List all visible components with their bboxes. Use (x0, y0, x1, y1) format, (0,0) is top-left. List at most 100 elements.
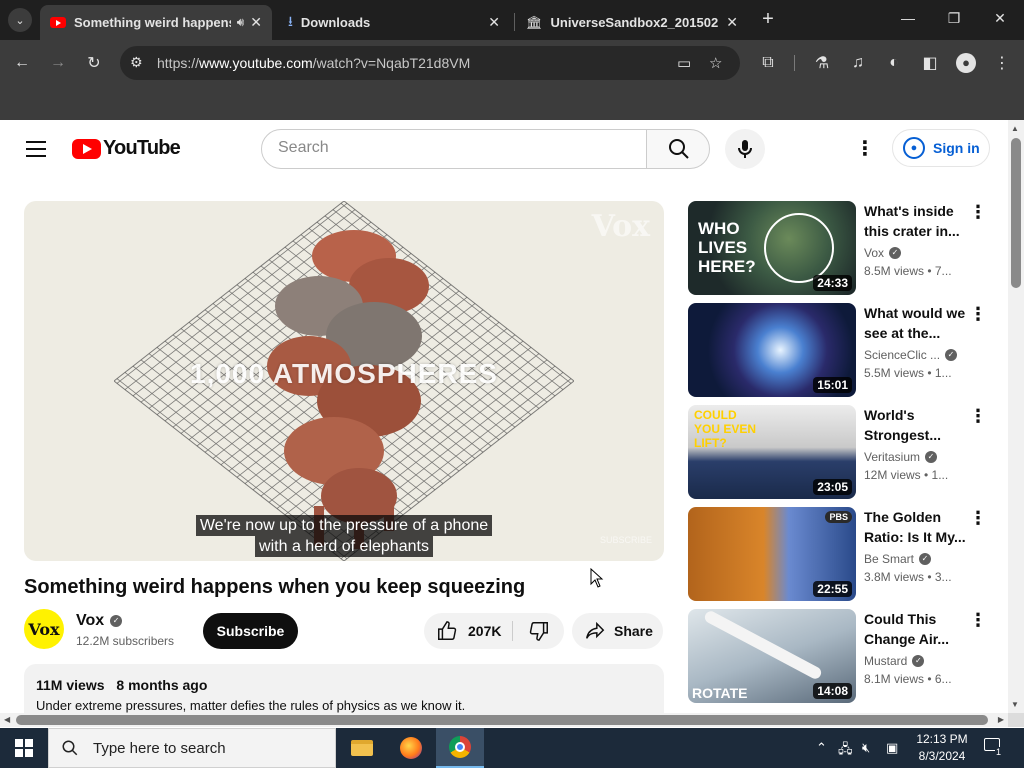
video-thumbnail[interactable]: COULD YOU EVEN LIFT? 23:05 (688, 405, 856, 499)
bookmark-star-icon[interactable]: ☆ (709, 54, 722, 72)
video-thumbnail[interactable]: ROTATE 14:08 (688, 609, 856, 703)
minimize-icon[interactable]: — (898, 10, 918, 26)
video-title[interactable]: What would we see at the... (864, 303, 968, 343)
chrome-app[interactable] (436, 728, 484, 768)
start-button[interactable] (0, 728, 48, 768)
tab-close-icon[interactable]: ✕ (250, 14, 262, 31)
scrollbar-thumb[interactable] (16, 715, 988, 725)
search-input[interactable]: Search (261, 129, 647, 169)
upload-date: 8 months ago (116, 677, 208, 693)
channel-name[interactable]: Mustard ✓ (864, 654, 925, 668)
new-tab-icon[interactable]: + (758, 9, 778, 29)
video-duration: 22:55 (813, 581, 852, 597)
tab-archive[interactable]: 🏛︎ UniverseSandbox2_201502 dir ✕ (516, 5, 748, 40)
action-menu-icon[interactable]: ⋮ (969, 407, 987, 425)
voice-search-button[interactable] (725, 129, 765, 169)
media-controls-icon[interactable]: ♫ (847, 52, 869, 74)
channel-name-link[interactable]: Vox ✓ (76, 612, 123, 630)
site-info-icon[interactable]: ⚙︎ (130, 54, 143, 71)
crater-graphic (764, 213, 834, 283)
speaker-icon[interactable]: 🔊︎ (237, 15, 245, 30)
dislike-button[interactable] (513, 613, 564, 649)
file-explorer-app[interactable] (338, 728, 386, 768)
forward-icon[interactable]: → (47, 52, 69, 74)
action-menu-icon[interactable]: ⋮ (969, 611, 987, 629)
channel-name[interactable]: Veritasium ✓ (864, 450, 938, 464)
scroll-right-icon[interactable]: ▶ (998, 715, 1004, 724)
scroll-down-icon[interactable]: ▼ (1011, 700, 1019, 709)
vertical-scrollbar[interactable]: ▲ ▼ (1008, 120, 1024, 713)
browser-menu-icon[interactable]: ⋮ (991, 52, 1013, 74)
address-url[interactable]: https://www.youtube.com/watch?v=NqabT21d… (157, 55, 470, 71)
video-meta: 8.1M views • 6... (864, 672, 952, 686)
network-icon[interactable]: 🖧︎ (838, 740, 853, 762)
reload-icon[interactable]: ↻ (83, 52, 105, 74)
recommendation-item[interactable]: ROTATE 14:08 Could This Change Air... Mu… (688, 609, 998, 703)
settings-more-icon[interactable]: ⋮ (855, 138, 875, 160)
video-duration: 14:08 (813, 683, 852, 699)
channel-name[interactable]: Vox ✓ (864, 246, 902, 260)
tab-close-icon[interactable]: ✕ (726, 14, 738, 31)
guide-menu-icon[interactable] (26, 141, 46, 157)
thumbnail-text: PBS (825, 511, 852, 523)
notification-center-icon[interactable]: 1 (984, 738, 1004, 758)
view-count: 11M views (36, 677, 105, 693)
display-icon[interactable]: ▣ (886, 740, 898, 756)
verified-icon: ✓ (919, 553, 932, 565)
profile-icon[interactable]: ● (955, 52, 977, 74)
channel-name[interactable]: ScienceClic ... ✓ (864, 348, 958, 362)
recommendation-item[interactable]: WHO LIVES HERE? 24:33 What's inside this… (688, 201, 998, 295)
recommendation-item[interactable]: PBS 22:55 The Golden Ratio: Is It My... … (688, 507, 998, 601)
scrollbar-thumb[interactable] (1011, 138, 1021, 288)
horizontal-scrollbar[interactable]: ◀ ▶ (0, 713, 1008, 727)
video-title[interactable]: Could This Change Air... (864, 609, 968, 649)
youtube-favicon-icon (50, 17, 66, 28)
video-thumbnail[interactable]: WHO LIVES HERE? 24:33 (688, 201, 856, 295)
scroll-left-icon[interactable]: ◀ (4, 715, 10, 724)
search-button[interactable] (646, 129, 710, 169)
video-meta: 8.5M views • 7... (864, 264, 952, 278)
taskbar-clock[interactable]: 12:13 PM 8/3/2024 (912, 731, 972, 765)
tab-close-icon[interactable]: ✕ (488, 14, 500, 31)
clock-date: 8/3/2024 (918, 749, 966, 763)
video-title[interactable]: What's inside this crater in... (864, 201, 968, 241)
channel-name[interactable]: Be Smart ✓ (864, 552, 932, 566)
youtube-logo[interactable]: YouTube (72, 137, 181, 160)
tab-youtube[interactable]: Something weird happens 🔊︎ ✕ (40, 5, 272, 40)
close-window-icon[interactable]: ✕ (990, 10, 1010, 27)
show-hidden-icons-icon[interactable]: ⌃ (816, 740, 827, 756)
video-thumbnail[interactable]: PBS 22:55 (688, 507, 856, 601)
recommendation-item[interactable]: COULD YOU EVEN LIFT? 23:05 World's Stron… (688, 405, 998, 499)
video-title[interactable]: The Golden Ratio: Is It My... (864, 507, 968, 547)
extensions-icon[interactable]: ⧉ (757, 52, 779, 74)
tab-title: Something weird happens (74, 15, 231, 30)
firefox-app[interactable] (387, 728, 435, 768)
action-menu-icon[interactable]: ⋮ (969, 203, 987, 221)
scroll-up-icon[interactable]: ▲ (1011, 124, 1019, 133)
labs-icon[interactable]: ⚗︎ (811, 52, 833, 74)
like-button[interactable]: 207K (424, 613, 512, 649)
account-icon: ● (903, 137, 925, 159)
maximize-icon[interactable]: ❐ (944, 10, 964, 27)
action-menu-icon[interactable]: ⋮ (969, 305, 987, 323)
video-player[interactable]: 1,000 ATMOSPHERES Vox SUBSCRIBE We're no… (24, 201, 664, 561)
install-app-icon[interactable]: ▭ (677, 54, 691, 72)
sign-in-button[interactable]: ● Sign in (892, 129, 990, 167)
channel-avatar[interactable]: Vox (24, 609, 64, 649)
video-title[interactable]: World's Strongest... (864, 405, 968, 445)
volume-muted-icon[interactable]: 🔇︎ (862, 740, 870, 756)
address-bar[interactable]: ⚙︎ https://www.youtube.com/watch?v=NqabT… (120, 46, 740, 80)
recommendation-item[interactable]: 15:01 What would we see at the... Scienc… (688, 303, 998, 397)
description-box[interactable]: 11M views 8 months ago Under extreme pre… (24, 664, 664, 713)
side-panel-icon[interactable]: ◧ (919, 52, 941, 74)
chrome-extension-icon[interactable]: ◐ (883, 52, 905, 74)
action-menu-icon[interactable]: ⋮ (969, 509, 987, 527)
share-button[interactable]: Share (572, 613, 663, 649)
taskbar-search-input[interactable]: Type here to search (48, 728, 336, 768)
mouse-cursor-icon (590, 568, 604, 588)
tab-search-menu-button[interactable]: ⌄ (8, 8, 32, 32)
video-thumbnail[interactable]: 15:01 (688, 303, 856, 397)
subscribe-button[interactable]: Subscribe (203, 613, 298, 649)
tab-downloads[interactable]: ⭳ Downloads ✕ (278, 5, 510, 40)
back-icon[interactable]: ← (11, 52, 33, 74)
